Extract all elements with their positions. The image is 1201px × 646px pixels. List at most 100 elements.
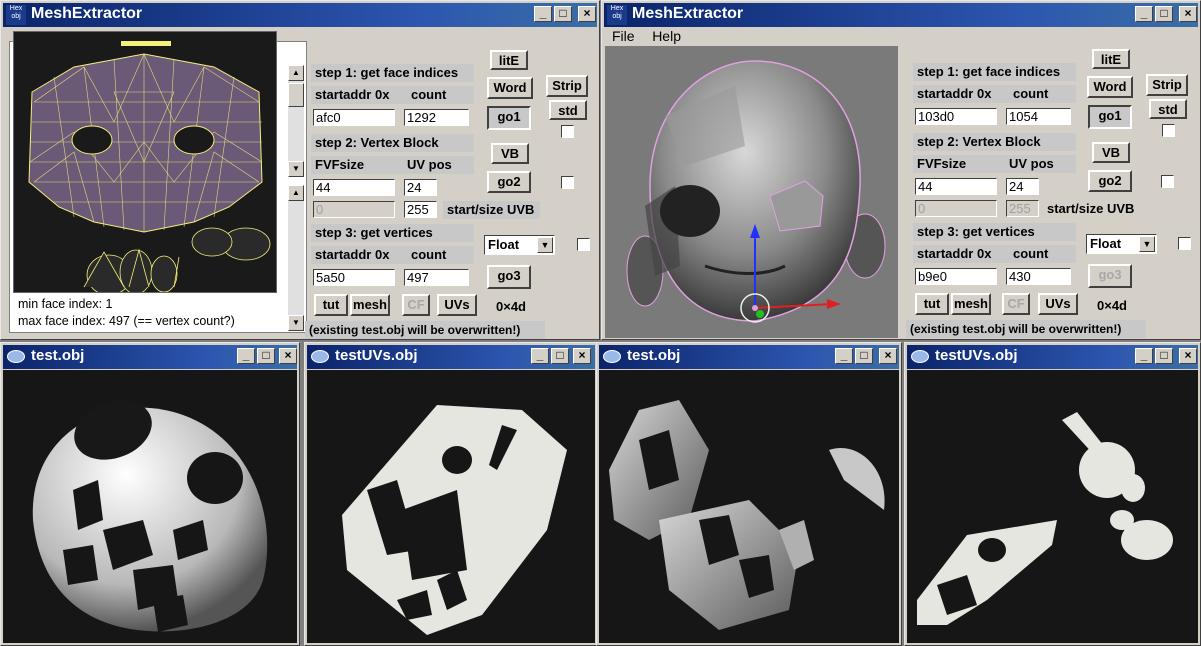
status-min-face: min face index: 1	[18, 297, 113, 311]
viewer-icon	[311, 350, 329, 363]
uv-render	[917, 412, 1173, 625]
title-bar[interactable]: Hex obj MeshExtractor _ □ ×	[604, 3, 1198, 27]
hex-button[interactable]: 0×4d	[489, 296, 533, 316]
render-viewport[interactable]	[3, 370, 297, 643]
overwrite-warning: (existing test.obj will be overwritten!)	[305, 321, 545, 339]
go2-button[interactable]: go2	[1088, 170, 1132, 192]
fvfsize-input[interactable]: 44	[313, 179, 395, 196]
step3-label: step 3: get vertices	[913, 223, 1076, 241]
minimize-button[interactable]: _	[1135, 6, 1153, 22]
uvs-button[interactable]: UVs	[437, 294, 477, 316]
go2-button[interactable]: go2	[487, 171, 531, 193]
uvb-size-input[interactable]: 255	[404, 201, 437, 218]
head-3d-viewport[interactable]	[605, 46, 898, 338]
count3-input[interactable]: 497	[404, 269, 469, 286]
format-select[interactable]: Float ▼	[484, 235, 555, 255]
tut-button[interactable]: tut	[915, 293, 949, 315]
cf-button[interactable]: CF	[1002, 293, 1030, 315]
scroll-up-icon[interactable]: ▲	[288, 185, 304, 201]
title-bar[interactable]: test.obj _ □ ×	[3, 345, 297, 369]
count-input[interactable]: 1054	[1006, 108, 1071, 125]
maximize-button[interactable]: □	[551, 348, 569, 364]
uvs-button[interactable]: UVs	[1038, 293, 1078, 315]
std-button[interactable]: std	[549, 100, 587, 120]
scroll-thumb[interactable]	[288, 83, 304, 107]
log-scrollbar-bottom[interactable]: ▲ ▼	[288, 185, 304, 331]
fvfsize-input[interactable]: 44	[915, 178, 997, 195]
hex-button[interactable]: 0×4d	[1090, 295, 1134, 315]
close-button[interactable]: ×	[1179, 6, 1197, 22]
viewer-icon	[7, 350, 25, 363]
lite-button[interactable]: litE	[490, 50, 528, 70]
close-button[interactable]: ×	[573, 348, 591, 364]
chevron-down-icon[interactable]: ▼	[1139, 236, 1155, 252]
step1-label: step 1: get face indices	[311, 64, 474, 82]
mesh-button[interactable]: mesh	[951, 293, 991, 315]
log-scrollbar-top[interactable]: ▲ ▼	[288, 65, 304, 177]
std-checkbox[interactable]	[561, 125, 574, 138]
mesh-button[interactable]: mesh	[350, 294, 390, 316]
menu-file[interactable]: File	[612, 28, 635, 44]
title-bar[interactable]: Hex obj MeshExtractor _ □ ×	[3, 3, 597, 27]
maximize-button[interactable]: □	[554, 6, 572, 22]
go2-checkbox[interactable]	[1161, 175, 1174, 188]
startaddr-input[interactable]: 103d0	[915, 108, 997, 125]
startaddr3-input[interactable]: 5a50	[313, 269, 395, 286]
title-bar[interactable]: test.obj _ □ ×	[599, 345, 899, 369]
startaddr-input[interactable]: afc0	[313, 109, 395, 126]
startaddr3-input[interactable]: b9e0	[915, 268, 997, 285]
float-checkbox[interactable]	[1178, 237, 1191, 250]
format-select[interactable]: Float ▼	[1086, 234, 1157, 254]
float-checkbox[interactable]	[577, 238, 590, 251]
minimize-button[interactable]: _	[835, 348, 853, 364]
uvb-start-input: 0	[313, 201, 395, 218]
strip-button[interactable]: Strip	[546, 75, 588, 97]
go2-checkbox[interactable]	[561, 176, 574, 189]
head-render	[626, 60, 886, 323]
go1-button[interactable]: go1	[1088, 105, 1132, 129]
close-button[interactable]: ×	[1179, 348, 1197, 364]
count3-input[interactable]: 430	[1006, 268, 1071, 285]
minimize-button[interactable]: _	[1135, 348, 1153, 364]
maximize-button[interactable]: □	[855, 348, 873, 364]
scroll-down-icon[interactable]: ▼	[288, 315, 304, 331]
render-viewport[interactable]	[907, 370, 1198, 643]
std-button[interactable]: std	[1149, 99, 1187, 119]
tut-button[interactable]: tut	[314, 294, 348, 316]
title-bar[interactable]: testUVs.obj _ □ ×	[907, 345, 1198, 369]
close-button[interactable]: ×	[879, 348, 897, 364]
render-viewport[interactable]	[599, 370, 899, 643]
go3-button[interactable]: go3	[487, 265, 531, 289]
minimize-button[interactable]: _	[531, 348, 549, 364]
wireframe-preview	[13, 31, 277, 296]
vb-button[interactable]: VB	[491, 143, 529, 164]
maximize-button[interactable]: □	[1155, 348, 1173, 364]
right-meshextractor-window: Hex obj MeshExtractor _ □ × File Help li…	[601, 0, 1201, 340]
minimize-button[interactable]: _	[534, 6, 552, 22]
go3-button[interactable]: go3	[1088, 264, 1132, 288]
menu-help[interactable]: Help	[652, 28, 681, 44]
strip-button[interactable]: Strip	[1146, 74, 1188, 96]
std-checkbox[interactable]	[1162, 124, 1175, 137]
count-input[interactable]: 1292	[404, 109, 469, 126]
cf-button[interactable]: CF	[402, 294, 430, 316]
menu-bar: File Help	[604, 28, 1198, 46]
render-viewport[interactable]	[307, 370, 595, 643]
title-bar[interactable]: testUVs.obj _ □ ×	[307, 345, 595, 369]
close-button[interactable]: ×	[279, 348, 297, 364]
uvpos-input[interactable]: 24	[1006, 178, 1039, 195]
word-button[interactable]: Word	[1087, 76, 1133, 98]
scroll-up-icon[interactable]: ▲	[288, 65, 304, 81]
scroll-down-icon[interactable]: ▼	[288, 161, 304, 177]
word-button[interactable]: Word	[487, 77, 533, 99]
close-button[interactable]: ×	[578, 6, 596, 22]
vb-button[interactable]: VB	[1092, 142, 1130, 163]
chevron-down-icon[interactable]: ▼	[537, 237, 553, 253]
uvpos-input[interactable]: 24	[404, 179, 437, 196]
go1-button[interactable]: go1	[487, 106, 531, 130]
minimize-button[interactable]: _	[237, 348, 255, 364]
window-title: test.obj	[627, 347, 681, 364]
maximize-button[interactable]: □	[257, 348, 275, 364]
lite-button[interactable]: litE	[1092, 49, 1130, 69]
maximize-button[interactable]: □	[1155, 6, 1173, 22]
